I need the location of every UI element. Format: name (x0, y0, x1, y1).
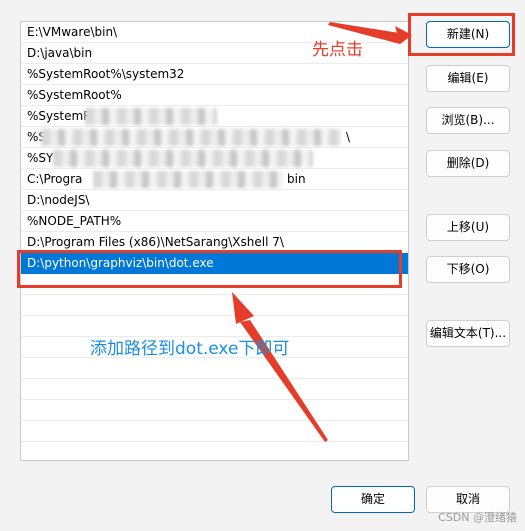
annotation-add-path: 添加路径到dot.exe下即可 (90, 339, 290, 359)
annotation-click-first: 先点击 (312, 40, 363, 60)
annotation-arrows (232, 22, 412, 442)
arrow-head-icon (232, 292, 254, 324)
watermark: CSDN @澄绪猿 (438, 511, 517, 524)
